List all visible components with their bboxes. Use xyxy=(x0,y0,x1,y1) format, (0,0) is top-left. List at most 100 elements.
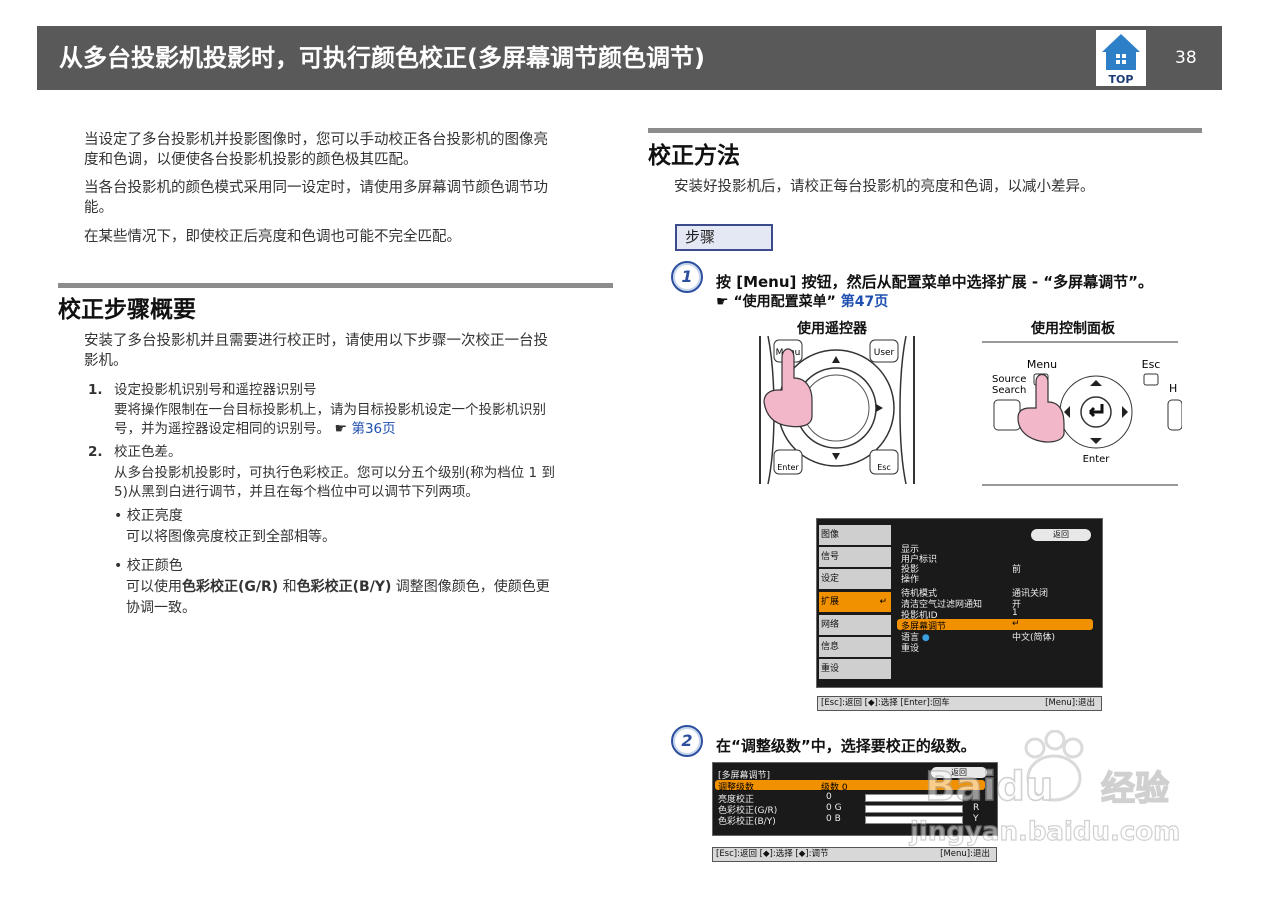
method-heading: 校正方法 xyxy=(648,143,740,169)
menu-row-reset[interactable]: 重设 xyxy=(901,641,919,654)
step-1-badge: 1 xyxy=(671,261,703,293)
overview-item-2-body: 从多台投影机投影时，可执行色彩校正。您可以分五个级别(称为档位 1 到 5)从黑… xyxy=(114,464,555,502)
baidu-watermark: Baidu 经验 jingyan.baidu.com xyxy=(908,730,1181,848)
item-number: 1. xyxy=(88,382,103,398)
ms-value-level: 级数 0 xyxy=(821,783,848,793)
page-number: 38 xyxy=(1175,48,1197,68)
menu-tab-settings[interactable]: 设定 xyxy=(819,569,891,589)
intro-paragraph-3: 在某些情况下，即使校正后亮度和色调也可能不完全匹配。 xyxy=(84,229,461,245)
menu-value-projection: 前 xyxy=(1012,565,1022,575)
page-title: 从多台投影机投影时，可执行颜色校正(多屏幕调节颜色调节) xyxy=(59,44,705,72)
bullet-brightness: • 校正亮度 可以将图像亮度校正到全部相等。 xyxy=(114,506,336,548)
control-panel-illustration: Menu Esc Source Search H Enter xyxy=(982,341,1182,486)
overview-heading: 校正步骤概要 xyxy=(58,297,196,323)
bullet-body-end: 协调一致。 xyxy=(126,600,196,616)
panel-menu-label: Menu xyxy=(1027,358,1057,371)
ms-row-color-by[interactable]: 色彩校正(B/Y) xyxy=(718,814,776,827)
item-body-line1: 从多台投影机投影时，可执行色彩校正。您可以分五个级别(称为档位 1 到 xyxy=(114,465,555,481)
watermark-url: jingyan.baidu.com xyxy=(909,817,1180,847)
bullet-body-pre: 可以使用 xyxy=(126,579,182,595)
bullet-dot: • xyxy=(114,558,127,574)
intro-paragraph-2: 当各台投影机的颜色模式采用同一设定时，请使用多屏幕调节颜色调节功 能。 xyxy=(84,178,548,218)
item-number: 2. xyxy=(88,444,103,460)
config-menu-screen: 图像 信号 设定 扩展 ↵ 网络 信息 重设 返回 显示 用户标识 投影 前 操作… xyxy=(816,518,1103,688)
overview-item-2: 2. 校正色差。 xyxy=(88,443,182,462)
ms-value-color-by: 0 B xyxy=(826,814,841,824)
menu-value-projector-id: 1 xyxy=(1012,608,1018,618)
bullet-body-mid: 和 xyxy=(278,579,297,595)
menu-row-operation[interactable]: 操作 xyxy=(901,572,919,585)
step-2-badge: 2 xyxy=(671,725,703,757)
top-label: TOP xyxy=(1109,73,1134,86)
pointing-hand-icon: ☛ xyxy=(716,294,734,310)
menu-help-bar: [Esc]:返回 [◆]:选择 [Enter]:回车 [Menu]:退出 xyxy=(817,696,1102,711)
help-left: [Esc]:返回 [◆]:选择 [◆]:调节 xyxy=(716,849,829,859)
panel-h-label: H xyxy=(1169,382,1177,395)
remote-title: 使用遥控器 xyxy=(797,321,867,337)
item-title: 校正色差。 xyxy=(114,444,182,460)
step-1-reference: ☛ “使用配置菜单” 第47页 xyxy=(716,291,888,311)
overview-intro: 安装了多台投影机并且需要进行校正时，请使用以下步骤一次校正一台投 影机。 xyxy=(84,331,548,371)
help-left: [Esc]:返回 [◆]:选择 [Enter]:回车 xyxy=(821,698,950,708)
item-body-line1: 要将操作限制在一台目标投影机上，请为目标投影机设定一个投影机识别 xyxy=(114,402,546,418)
enter-icon: ↵ xyxy=(879,597,887,607)
intro-p2-line2: 能。 xyxy=(84,200,113,216)
bold-term-by: 色彩校正(B/Y) xyxy=(296,579,392,595)
intro-p2-line1: 当各台投影机的颜色模式采用同一设定时，请使用多屏幕调节颜色调节功 xyxy=(84,180,548,196)
top-home-icon[interactable]: TOP xyxy=(1096,30,1146,86)
bullet-color: • 校正颜色 可以使用色彩校正(G/R) 和色彩校正(B/Y) 调整图像颜色，使… xyxy=(114,556,550,619)
step-1-text: 按 [Menu] 按钮，然后从配置菜单中选择扩展 - “多屏幕调节”。 xyxy=(716,273,1154,291)
pointing-hand-icon: ☛ xyxy=(330,421,352,437)
section-rule xyxy=(648,128,1202,133)
intro-p1-line1: 当设定了多台投影机并投影图像时，您可以手动校正各台投影机的图像亮 xyxy=(84,132,548,148)
panel-search-label: Search xyxy=(992,385,1026,396)
watermark-cn: 经验 xyxy=(1101,769,1169,809)
page-link[interactable]: 第36页 xyxy=(351,421,395,437)
overview-item-1: 1. 设定投影机识别号和遥控器识别号 xyxy=(88,381,317,400)
item-body-line2: 5)从黑到白进行调节，并且在每个档位中可以调节下列两项。 xyxy=(114,484,479,500)
enter-icon: ↵ xyxy=(1012,619,1020,629)
method-intro: 安装好投影机后，请校正每台投影机的亮度和色调，以减小差异。 xyxy=(674,179,1095,195)
menu-tab-extended[interactable]: 扩展 ↵ xyxy=(819,592,891,612)
menu-tab-image[interactable]: 图像 xyxy=(819,525,891,545)
overview-intro-line2: 影机。 xyxy=(84,353,128,369)
menu-tab-extended-label: 扩展 xyxy=(821,597,840,607)
bullet-body: 可以将图像亮度校正到全部相等。 xyxy=(126,529,336,545)
overview-item-1-body: 要将操作限制在一台目标投影机上，请为目标投影机设定一个投影机识别 号，并为遥控器… xyxy=(114,401,546,439)
remote-esc-label: Esc xyxy=(877,463,891,472)
menu-tab-network[interactable]: 网络 xyxy=(819,615,891,635)
remote-user-label: User xyxy=(874,348,895,358)
bold-term-gr: 色彩校正(G/R) xyxy=(182,579,279,595)
bullet-dot: • xyxy=(114,508,127,524)
help-right: [Menu]:退出 xyxy=(1045,698,1095,708)
remote-enter-label: Enter xyxy=(777,463,799,472)
remote-control-illustration: Menu User Enter Esc xyxy=(759,336,915,484)
menu-tab-signal[interactable]: 信号 xyxy=(819,547,891,567)
menu-tab-reset[interactable]: 重设 xyxy=(819,659,891,679)
menu-tab-info[interactable]: 信息 xyxy=(819,637,891,657)
page-header: 从多台投影机投影时，可执行颜色校正(多屏幕调节颜色调节) TOP 38 xyxy=(37,26,1222,90)
menu-value-language: 中文(简体) xyxy=(1012,633,1056,643)
panel-enter-label: Enter xyxy=(1083,454,1111,465)
panel-source-label: Source xyxy=(992,374,1026,385)
item-body-line2: 号，并为遥控器设定相同的识别号。 xyxy=(114,421,330,437)
bullet-body: 可以使用色彩校正(G/R) 和色彩校正(B/Y) 调整图像颜色，使颜色更 xyxy=(114,577,550,598)
return-button[interactable]: 返回 xyxy=(1031,529,1091,541)
intro-p1-line2: 度和色调，以便使各台投影机投影的颜色极其匹配。 xyxy=(84,152,418,168)
ms-value-brightness: 0 xyxy=(826,792,832,802)
bullet-title: 校正亮度 xyxy=(126,508,183,524)
panel-esc-label: Esc xyxy=(1142,358,1161,371)
ms-value-color-gr: 0 G xyxy=(826,803,842,813)
intro-paragraph-1: 当设定了多台投影机并投影图像时，您可以手动校正各台投影机的图像亮 度和色调，以便… xyxy=(84,130,548,170)
item-title: 设定投影机识别号和遥控器识别号 xyxy=(114,382,317,398)
section-rule xyxy=(58,283,613,288)
bullet-body-post: 调整图像颜色，使颜色更 xyxy=(391,579,550,595)
bullet-title: 校正颜色 xyxy=(126,558,183,574)
page-link[interactable]: 第47页 xyxy=(841,294,888,310)
overview-intro-line1: 安装了多台投影机并且需要进行校正时，请使用以下步骤一次校正一台投 xyxy=(84,333,548,349)
panel-title: 使用控制面板 xyxy=(1031,321,1115,337)
globe-icon: ● xyxy=(919,633,930,643)
steps-label: 步骤 xyxy=(675,224,773,251)
watermark-brand: Baidu xyxy=(925,764,1053,810)
reference-text: “使用配置菜单” xyxy=(733,294,836,310)
